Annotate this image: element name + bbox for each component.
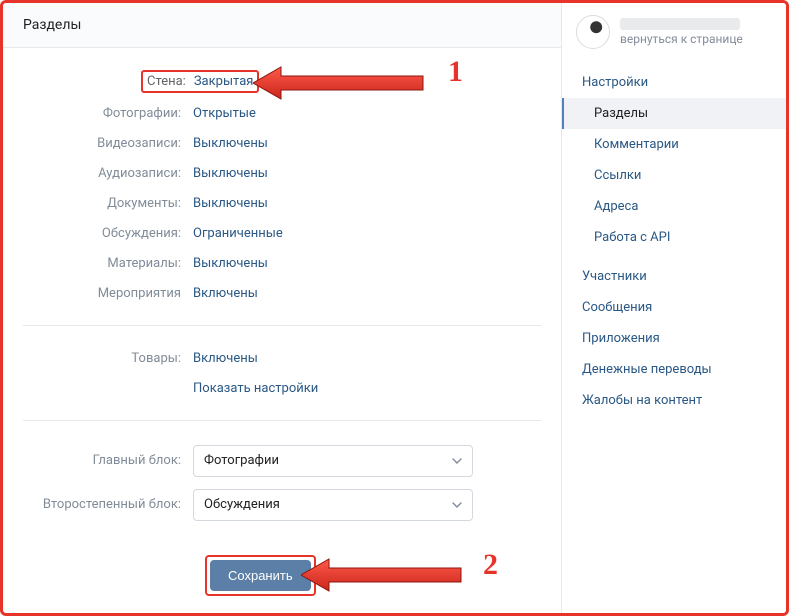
setting-value[interactable]: Выключены (193, 165, 268, 183)
nav-money[interactable]: Денежные переводы (562, 354, 786, 385)
main-panel: Разделы Стена: Закрытая Фотографии: Откр… (3, 3, 561, 613)
main-block-select[interactable]: Фотографии (193, 445, 473, 477)
main-block-row: Главный блок: Фотографии (23, 439, 541, 483)
setting-row-goods: Товары: Включены (23, 344, 541, 374)
setting-label: Обсуждения: (23, 225, 193, 243)
back-to-page-link[interactable]: вернуться к странице (620, 32, 743, 46)
profile-block: вернуться к странице (562, 3, 786, 63)
setting-value[interactable]: Открытые (193, 105, 256, 123)
goods-section: Товары: Включены Показать настройки (23, 326, 541, 421)
setting-label: Документы: (23, 195, 193, 213)
select-value: Обсуждения (204, 496, 280, 514)
avatar[interactable] (576, 15, 610, 49)
page-title: Разделы (3, 3, 561, 48)
nav-members[interactable]: Участники (562, 261, 786, 292)
nav-api[interactable]: Работа с API (562, 222, 786, 253)
chevron-down-icon (452, 500, 462, 510)
setting-label: Материалы: (23, 255, 193, 273)
nav-addresses[interactable]: Адреса (562, 191, 786, 222)
nav-messages[interactable]: Сообщения (562, 292, 786, 323)
chevron-down-icon (452, 456, 462, 466)
setting-label: Видеозаписи: (23, 135, 193, 153)
setting-row-materials: Материалы: Выключены (23, 249, 541, 279)
nav-links[interactable]: Ссылки (562, 160, 786, 191)
blocks-section: Главный блок: Фотографии Второстепенный … (23, 421, 541, 543)
profile-name-redacted (620, 18, 740, 30)
setting-value[interactable]: Включены (193, 350, 258, 368)
nav-reports[interactable]: Жалобы на контент (562, 385, 786, 416)
setting-row-audio: Аудиозаписи: Выключены (23, 159, 541, 189)
setting-label: Стена: (147, 74, 194, 89)
nav-comments[interactable]: Комментарии (562, 129, 786, 160)
save-button[interactable]: Сохранить (210, 560, 311, 591)
setting-label: Аудиозаписи: (23, 165, 193, 183)
save-area: Сохранить (23, 543, 541, 616)
select-value: Фотографии (204, 452, 279, 470)
setting-row-discussions: Обсуждения: Ограниченные (23, 219, 541, 249)
setting-row-photos: Фотографии: Открытые (23, 99, 541, 129)
setting-row-events: Мероприятия Включены (23, 279, 541, 309)
show-settings-link[interactable]: Показать настройки (193, 380, 318, 398)
sidebar: вернуться к странице Настройки Разделы К… (561, 3, 786, 613)
highlight-box: Сохранить (205, 555, 316, 596)
secondary-block-row: Второстепенный блок: Обсуждения (23, 483, 541, 527)
sidebar-nav: Настройки Разделы Комментарии Ссылки Адр… (562, 63, 786, 416)
select-label: Второстепенный блок: (23, 496, 193, 514)
setting-value[interactable]: Закрытая (194, 74, 254, 89)
settings-section: Стена: Закрытая Фотографии: Открытые Вид… (23, 48, 541, 326)
setting-label: Мероприятия (23, 285, 193, 303)
setting-value[interactable]: Включены (193, 285, 258, 303)
setting-value[interactable]: Ограниченные (193, 225, 283, 243)
nav-apps[interactable]: Приложения (562, 323, 786, 354)
setting-label: Фотографии: (23, 105, 193, 123)
goods-settings-link-row: Показать настройки (23, 374, 541, 404)
setting-value[interactable]: Выключены (193, 195, 268, 213)
highlight-box: Стена: Закрытая (141, 70, 259, 93)
nav-settings[interactable]: Настройки (562, 67, 786, 98)
secondary-block-select[interactable]: Обсуждения (193, 489, 473, 521)
setting-row-wall: Стена: Закрытая (141, 66, 541, 99)
select-label: Главный блок: (23, 452, 193, 470)
setting-value[interactable]: Выключены (193, 135, 268, 153)
setting-label: Товары: (23, 350, 193, 368)
nav-sections[interactable]: Разделы (562, 98, 786, 129)
setting-value[interactable]: Выключены (193, 255, 268, 273)
setting-row-docs: Документы: Выключены (23, 189, 541, 219)
setting-row-videos: Видеозаписи: Выключены (23, 129, 541, 159)
